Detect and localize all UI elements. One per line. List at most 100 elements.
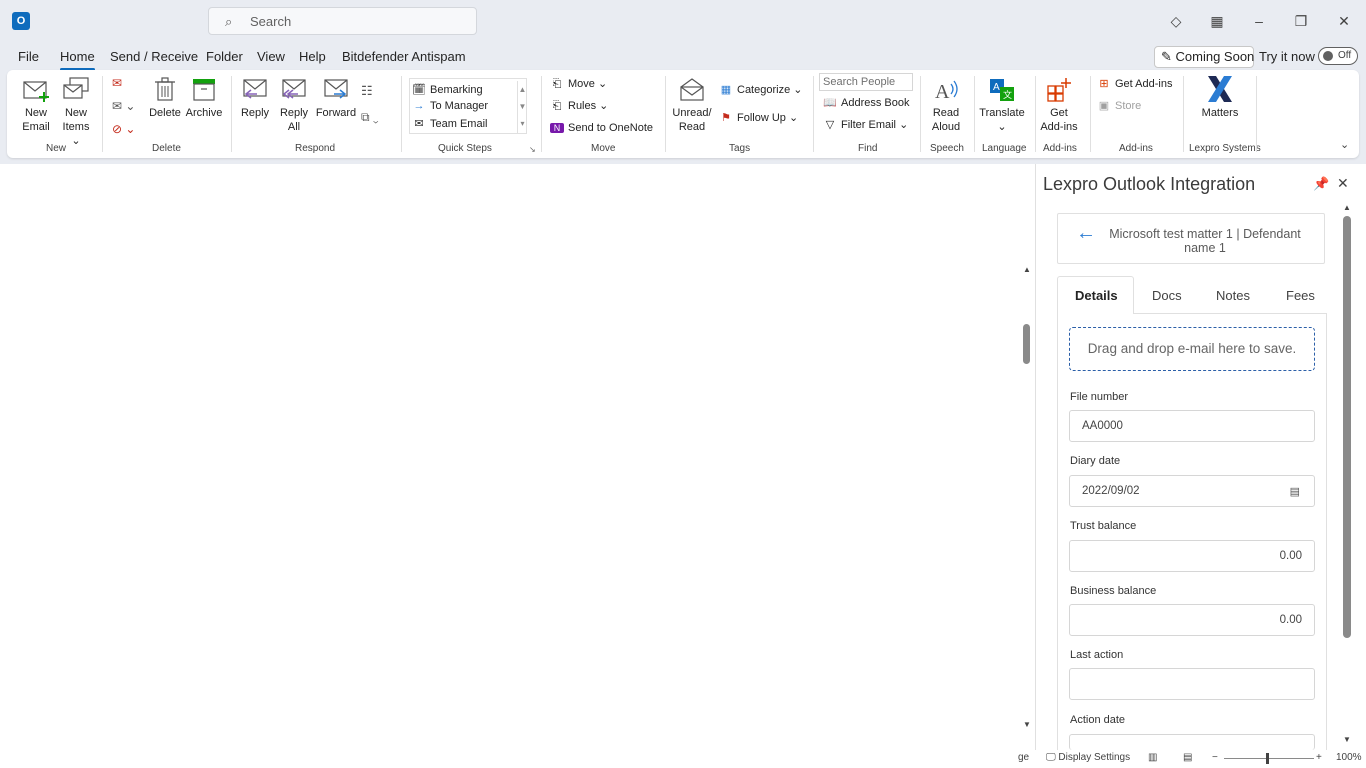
clean-up-icon[interactable]: ✉ ⌄ (112, 99, 142, 113)
reply-label: Reply (240, 107, 270, 119)
action-date-field[interactable] (1069, 734, 1315, 750)
tab-details[interactable]: Details (1075, 288, 1118, 303)
zoom-out-icon[interactable]: − (1212, 752, 1218, 763)
scroll-thumb[interactable] (1343, 216, 1351, 638)
store-button[interactable]: ▣ Store (1097, 99, 1142, 112)
close-icon[interactable]: ✕ (1337, 175, 1349, 192)
calendar-icon: 🗓 (412, 84, 426, 96)
archive-button[interactable]: Archive (185, 76, 223, 120)
tab-home[interactable]: Home (60, 49, 95, 71)
svg-text:A: A (935, 81, 950, 103)
get-addins-line1: Get (1050, 107, 1068, 119)
trust-balance-field[interactable]: 0.00 (1069, 540, 1315, 572)
tab-file[interactable]: File (18, 49, 39, 64)
delete-button[interactable]: Delete (149, 76, 181, 120)
restore-icon[interactable]: ❐ (1292, 12, 1310, 30)
rules-button[interactable]: ⎗ Rules ⌄ (550, 99, 609, 113)
new-email-button[interactable]: New Email (19, 76, 53, 134)
new-outlook-toggle[interactable]: Off (1318, 47, 1358, 65)
group-label-language: Language (982, 143, 1027, 154)
minimize-icon[interactable]: – (1250, 12, 1268, 30)
business-balance-field[interactable]: 0.00 (1069, 604, 1315, 636)
address-book-button[interactable]: 📖 Address Book (823, 96, 909, 109)
reply-button[interactable]: Reply (239, 76, 271, 120)
diary-date-field[interactable]: 2022/09/02 ▤ (1069, 475, 1315, 507)
status-bar: ge 🖵 Display Settings ▥ ▤ − + 100% (0, 750, 1366, 768)
dialog-launcher-icon[interactable]: ↘ (529, 145, 536, 154)
search-box[interactable]: ⌕ Search (208, 7, 477, 35)
unread-read-button[interactable]: Unread/ Read (672, 76, 712, 134)
zoom-level[interactable]: 100% (1336, 752, 1362, 763)
display-settings-button[interactable]: 🖵 Display Settings (1046, 752, 1130, 763)
diamond-icon[interactable]: ◇ (1167, 12, 1185, 30)
business-balance-label: Business balance (1070, 585, 1157, 597)
last-action-label: Last action (1070, 649, 1124, 661)
scroll-up-icon[interactable]: ▲ (1023, 265, 1031, 274)
move-button[interactable]: ⎗ Move ⌄ (550, 77, 608, 91)
quick-step-to-manager[interactable]: → To Manager (412, 100, 489, 112)
meeting-reply-icon[interactable]: ☷ (361, 83, 373, 99)
qr-code-icon[interactable]: ▦ (1208, 12, 1226, 30)
forward-button[interactable]: Forward (315, 76, 357, 120)
junk-icon[interactable]: ⊘ ⌄ (112, 122, 142, 136)
read-aloud-line1: Read (932, 107, 960, 119)
gallery-scroll[interactable]: ▲ ▼ ▾ (517, 81, 527, 133)
matters-button[interactable]: Matters (1197, 74, 1243, 120)
archive-label: Archive (185, 107, 223, 119)
quick-step-bemarking[interactable]: 🗓 Bemarking (412, 83, 483, 96)
ribbon-collapse-icon[interactable]: ⌄ (1340, 138, 1349, 151)
tab-notes[interactable]: Notes (1216, 288, 1250, 303)
email-dropzone[interactable]: Drag and drop e-mail here to save. (1069, 327, 1315, 371)
scroll-up-icon[interactable]: ▲ (1343, 203, 1351, 212)
read-aloud-button[interactable]: A Read Aloud (927, 76, 965, 134)
reading-pane-scrollbar[interactable]: ▲ ▼ (1018, 164, 1035, 750)
file-number-field[interactable]: AA0000 (1069, 410, 1315, 442)
new-items-icon (63, 77, 89, 99)
tab-bitdefender[interactable]: Bitdefender Antispam (342, 49, 466, 64)
new-items-button[interactable]: New Items ⌄ (57, 76, 95, 148)
translate-button[interactable]: A文 Translate ⌄ (979, 76, 1025, 134)
action-date-label: Action date (1070, 714, 1126, 726)
zoom-in-icon[interactable]: + (1316, 752, 1322, 763)
ribbon-separator (1090, 76, 1091, 152)
get-addins-small-button[interactable]: ⊞ Get Add-ins (1097, 77, 1172, 90)
move-label: Move (568, 78, 595, 90)
ignore-icon[interactable]: ✉ (112, 76, 128, 90)
last-action-field[interactable] (1069, 668, 1315, 700)
scroll-thumb[interactable] (1023, 324, 1030, 364)
quick-step-label: Bemarking (430, 84, 483, 96)
zoom-slider-track[interactable] (1224, 758, 1314, 759)
lexpro-x-icon (1208, 76, 1232, 102)
quick-step-team-email[interactable]: ✉ Team Email (412, 117, 487, 130)
follow-up-button[interactable]: ⚑ Follow Up ⌄ (719, 111, 798, 124)
pin-icon[interactable]: 📌 (1313, 176, 1329, 192)
tab-send-receive[interactable]: Send / Receive (110, 49, 198, 64)
ribbon-separator (541, 76, 542, 152)
back-arrow-icon[interactable]: ← (1076, 222, 1096, 245)
categorize-button[interactable]: ▦ Categorize ⌄ (719, 83, 803, 96)
reply-all-button[interactable]: Reply All (277, 76, 311, 134)
search-people-input[interactable]: Search People (819, 73, 913, 91)
addin-scrollbar[interactable]: ▲ ▼ (1341, 200, 1353, 750)
close-window-icon[interactable]: ✕ (1335, 12, 1353, 30)
filter-email-button[interactable]: ▽ Filter Email ⌄ (823, 118, 909, 131)
quick-step-label: To Manager (430, 100, 489, 112)
archive-icon (193, 79, 215, 101)
coming-soon-button[interactable]: ✎ Coming Soon (1154, 46, 1254, 68)
tab-docs[interactable]: Docs (1152, 288, 1182, 303)
scroll-down-icon[interactable]: ▼ (1343, 735, 1351, 744)
normal-view-icon[interactable]: ▥ (1148, 752, 1157, 763)
tab-view[interactable]: View (257, 49, 285, 64)
more-respond-icon[interactable]: ⧉ ⌄ (361, 110, 379, 125)
matter-title: Microsoft test matter 1 | Defendant name… (1109, 227, 1301, 255)
zoom-slider-thumb[interactable] (1266, 753, 1269, 764)
tab-folder[interactable]: Folder (206, 49, 243, 64)
scroll-down-icon[interactable]: ▼ (1023, 720, 1031, 729)
get-addins-button[interactable]: Get Add-ins (1039, 76, 1079, 134)
tab-fees[interactable]: Fees (1286, 288, 1315, 303)
reading-view-icon[interactable]: ▤ (1183, 752, 1192, 763)
send-onenote-button[interactable]: N Send to OneNote (550, 122, 653, 134)
forward-icon (324, 79, 348, 99)
calendar-icon[interactable]: ▤ (1290, 485, 1300, 498)
tab-help[interactable]: Help (299, 49, 326, 64)
